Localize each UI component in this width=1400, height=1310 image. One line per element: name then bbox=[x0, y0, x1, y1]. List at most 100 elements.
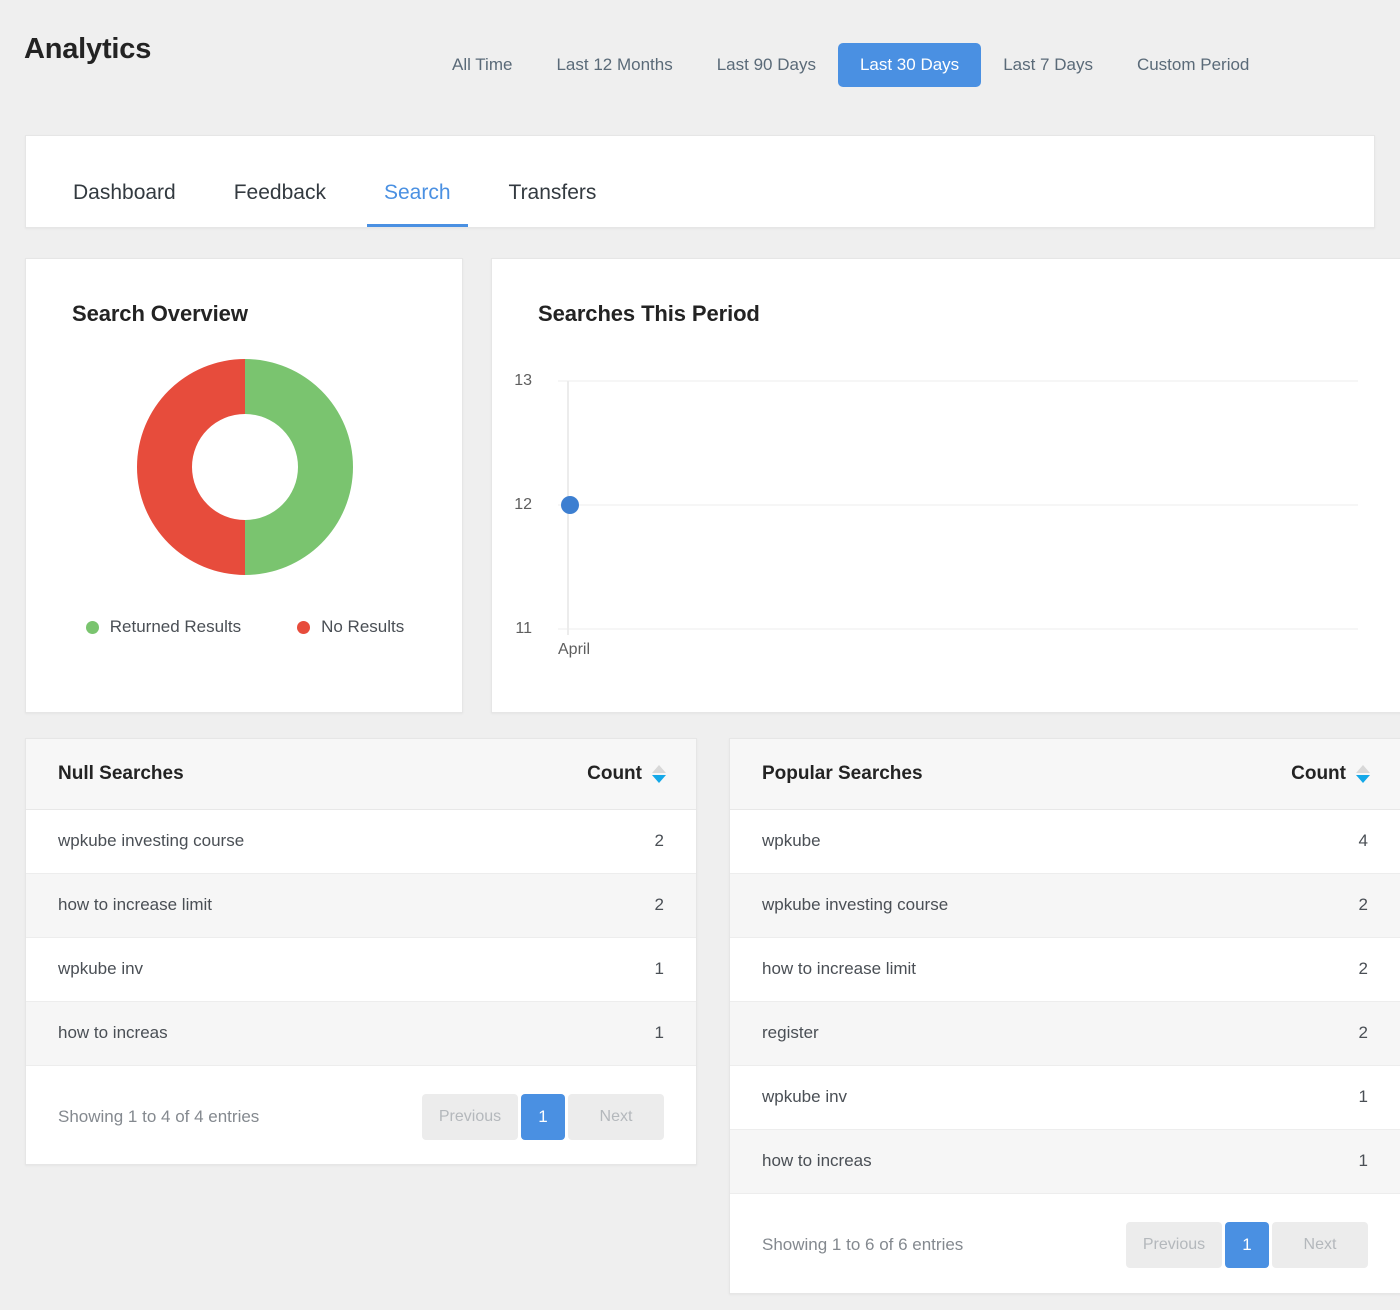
column-header-count-label: Count bbox=[587, 762, 642, 784]
cell-count: 2 bbox=[1220, 937, 1400, 1002]
legend-item-no-results[interactable]: No Results bbox=[297, 617, 404, 637]
column-header-count[interactable]: Count bbox=[516, 739, 696, 810]
page-title: Analytics bbox=[24, 33, 152, 65]
searches-line-chart: 13 12 11 April bbox=[492, 359, 1400, 659]
null-searches-table: Null Searches Count wpkube investing cou… bbox=[26, 739, 696, 1066]
legend-label-no-results: No Results bbox=[321, 617, 405, 636]
x-axis-tick-april: April bbox=[557, 641, 591, 658]
cell-count: 1 bbox=[1220, 1065, 1400, 1130]
null-searches-tbody: wpkube investing course 2 how to increas… bbox=[26, 809, 696, 1066]
caret-down-icon bbox=[1356, 774, 1370, 783]
pagination-previous-button[interactable]: Previous bbox=[1126, 1221, 1222, 1268]
caret-down-icon bbox=[652, 774, 666, 783]
searches-this-period-card: Searches This Period 13 12 11 April bbox=[491, 258, 1400, 713]
count-header-inner: Count bbox=[1291, 763, 1370, 785]
donut-slice-returned-results[interactable] bbox=[245, 359, 353, 575]
tab-feedback[interactable]: Feedback bbox=[234, 182, 326, 227]
pagination-next-button[interactable]: Next bbox=[1272, 1221, 1368, 1268]
cell-count: 2 bbox=[1220, 873, 1400, 938]
table-row[interactable]: wpkube investing course 2 bbox=[730, 873, 1400, 938]
pagination-previous-button[interactable]: Previous bbox=[422, 1093, 518, 1140]
cell-term: wpkube investing course bbox=[730, 873, 1220, 938]
popular-searches-card: Popular Searches Count wpkube 4 wpkube i… bbox=[729, 738, 1400, 1294]
caret-up-icon bbox=[1356, 764, 1370, 773]
showing-entries-text: Showing 1 to 4 of 4 entries bbox=[58, 1106, 260, 1126]
table-row[interactable]: how to increase limit 2 bbox=[730, 937, 1400, 1002]
pagination-page-1-button[interactable]: 1 bbox=[521, 1093, 565, 1140]
searches-line-chart-svg bbox=[558, 380, 1358, 635]
donut-chart-svg bbox=[137, 359, 353, 575]
cell-term: register bbox=[730, 1001, 1220, 1066]
tab-list: Dashboard Feedback Search Transfers bbox=[26, 136, 1374, 227]
analytics-page: Analytics All Time Last 12 Months Last 9… bbox=[0, 0, 1400, 1310]
popular-searches-tbody: wpkube 4 wpkube investing course 2 how t… bbox=[730, 809, 1400, 1194]
period-button-all-time[interactable]: All Time bbox=[430, 43, 534, 87]
sort-descending-icon[interactable] bbox=[652, 764, 666, 783]
table-row[interactable]: register 2 bbox=[730, 1001, 1400, 1066]
cell-term: how to increase limit bbox=[26, 873, 516, 938]
period-button-last-30-days[interactable]: Last 30 Days bbox=[837, 43, 982, 87]
pagination-next-button[interactable]: Next bbox=[568, 1093, 664, 1140]
table-row[interactable]: wpkube inv 1 bbox=[26, 937, 696, 1002]
cell-count: 1 bbox=[516, 1001, 696, 1066]
cell-term: how to increas bbox=[730, 1129, 1220, 1194]
donut-chart bbox=[26, 355, 464, 595]
cell-term: wpkube bbox=[730, 809, 1220, 874]
page-header: Analytics All Time Last 12 Months Last 9… bbox=[0, 0, 1400, 128]
table-header-row: Popular Searches Count bbox=[730, 739, 1400, 810]
column-header-null-searches[interactable]: Null Searches bbox=[26, 739, 516, 810]
legend-label-returned-results: Returned Results bbox=[109, 617, 242, 636]
legend-dot-no-results bbox=[297, 620, 311, 634]
donut-slice-no-results[interactable] bbox=[137, 359, 245, 575]
popular-searches-footer: Showing 1 to 6 of 6 entries Previous 1 N… bbox=[730, 1193, 1400, 1293]
data-point-april[interactable] bbox=[561, 496, 579, 514]
period-button-last-12-months[interactable]: Last 12 Months bbox=[534, 43, 694, 87]
pagination: Previous 1 Next bbox=[1126, 1221, 1368, 1268]
cell-count: 2 bbox=[1220, 1001, 1400, 1066]
cell-term: wpkube inv bbox=[730, 1065, 1220, 1130]
cell-term: wpkube inv bbox=[26, 937, 516, 1002]
period-button-last-90-days[interactable]: Last 90 Days bbox=[695, 43, 838, 87]
tab-search[interactable]: Search bbox=[367, 182, 467, 227]
table-row[interactable]: wpkube investing course 2 bbox=[26, 809, 696, 874]
cell-term: how to increas bbox=[26, 1001, 516, 1066]
cell-count: 2 bbox=[516, 809, 696, 874]
donut-legend: Returned Results No Results bbox=[26, 617, 464, 637]
column-header-count-label: Count bbox=[1291, 762, 1346, 784]
null-searches-footer: Showing 1 to 4 of 4 entries Previous 1 N… bbox=[26, 1065, 696, 1164]
tab-bar: Dashboard Feedback Search Transfers bbox=[25, 135, 1375, 228]
sort-descending-icon[interactable] bbox=[1356, 764, 1370, 783]
table-header-row: Null Searches Count bbox=[26, 739, 696, 810]
null-searches-card: Null Searches Count wpkube investing cou… bbox=[25, 738, 697, 1165]
period-selector: All Time Last 12 Months Last 90 Days Las… bbox=[430, 40, 1400, 90]
legend-dot-returned-results bbox=[85, 620, 99, 634]
cell-term: wpkube investing course bbox=[26, 809, 516, 874]
legend-item-returned-results[interactable]: Returned Results bbox=[85, 617, 242, 637]
period-button-custom-period[interactable]: Custom Period bbox=[1115, 43, 1271, 87]
pagination-page-1-button[interactable]: 1 bbox=[1225, 1221, 1269, 1268]
column-header-popular-searches[interactable]: Popular Searches bbox=[730, 739, 1220, 810]
table-row[interactable]: how to increase limit 2 bbox=[26, 873, 696, 938]
count-header-inner: Count bbox=[587, 763, 666, 785]
tab-dashboard[interactable]: Dashboard bbox=[73, 182, 176, 227]
column-header-count[interactable]: Count bbox=[1220, 739, 1400, 810]
table-row[interactable]: wpkube 4 bbox=[730, 809, 1400, 874]
pagination: Previous 1 Next bbox=[422, 1093, 664, 1140]
tab-transfers[interactable]: Transfers bbox=[509, 182, 597, 227]
search-overview-title: Search Overview bbox=[72, 301, 248, 326]
popular-searches-table: Popular Searches Count wpkube 4 wpkube i… bbox=[730, 739, 1400, 1194]
search-overview-card: Search Overview Returned Results No Resu… bbox=[25, 258, 463, 713]
caret-up-icon bbox=[652, 764, 666, 773]
cell-count: 4 bbox=[1220, 809, 1400, 874]
cell-count: 2 bbox=[516, 873, 696, 938]
period-button-last-7-days[interactable]: Last 7 Days bbox=[981, 43, 1115, 87]
table-row[interactable]: wpkube inv 1 bbox=[730, 1065, 1400, 1130]
table-row[interactable]: how to increas 1 bbox=[730, 1129, 1400, 1194]
cell-count: 1 bbox=[516, 937, 696, 1002]
cell-count: 1 bbox=[1220, 1129, 1400, 1194]
showing-entries-text: Showing 1 to 6 of 6 entries bbox=[762, 1234, 964, 1254]
searches-chart-title: Searches This Period bbox=[538, 301, 760, 326]
popular-searches-thead: Popular Searches Count bbox=[730, 739, 1400, 810]
table-row[interactable]: how to increas 1 bbox=[26, 1001, 696, 1066]
null-searches-thead: Null Searches Count bbox=[26, 739, 696, 810]
